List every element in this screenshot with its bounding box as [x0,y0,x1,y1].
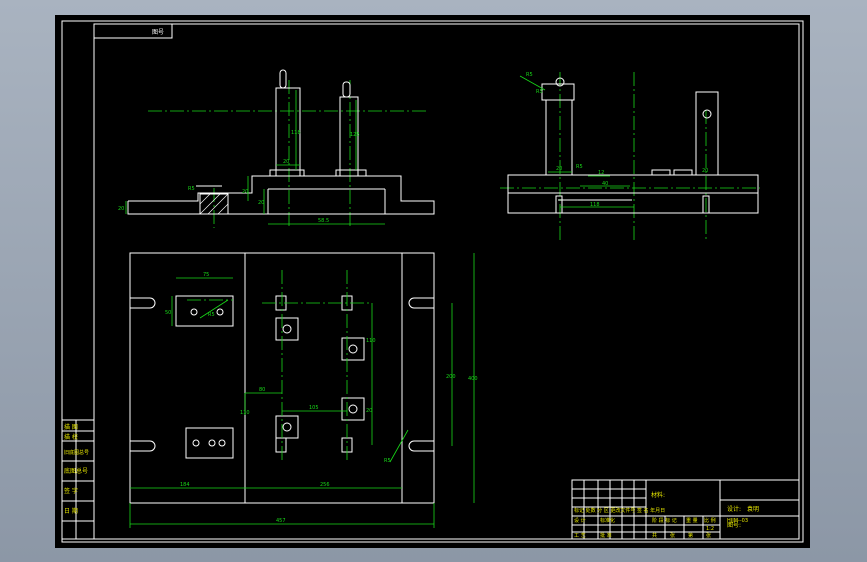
dim-label: 50 [165,310,171,316]
title-cell: 重 量 [686,517,698,524]
side-block-label: 描 校 [64,433,78,441]
dim-label: 20 [258,200,264,206]
dim-label: 58.5 [318,218,329,224]
dim-label: 80 [259,387,265,393]
side-block-label: 旧底图总号 [64,449,89,456]
title-cell: 共 [652,532,657,539]
title-cell: 张 [706,532,711,539]
dim-label: R5 [384,458,391,464]
dim-label: R5 [188,186,195,192]
dim-label: 184 [180,482,190,488]
dim-label: R5 [576,164,583,170]
dim-label: 20 [366,408,372,414]
side-block-label: 底图总号 [64,467,88,475]
dim-label: 12 [598,170,604,176]
dim-label: 105 [309,405,319,411]
side-block-label: 描 图 [64,423,78,431]
dim-label: 256 [320,482,330,488]
dim-label: 400 [468,376,478,382]
material-label: 材料: [651,491,665,499]
dim-label: 40 [602,181,608,187]
title-cell: 批 准 [600,532,612,539]
title-cell: 工 艺 [574,533,586,539]
dim-label: 118 [590,202,600,208]
dim-label: R5 [536,89,543,95]
title-cell: 标记 处数 分 区 更改文件号 签 名 年月日 [574,507,665,514]
dim-label: 20 [242,189,248,195]
dim-label: 110 [240,410,250,416]
dim-label: 20 [702,168,708,174]
dim-label: 20 [283,159,289,165]
title-cell: 标准化 [600,517,615,524]
dim-label: 110 [366,338,376,344]
side-block-label: 日 期 [64,507,78,515]
dim-label: 20 [556,166,562,172]
designer-name: 袁明 [747,505,759,513]
title-cell: 第 [688,532,693,539]
dim-label: 118 [291,130,301,136]
side-block-label: 签 字 [64,487,78,495]
cad-viewport[interactable]: 图号 20 R5 20 20 20 118 125 58.5 R5 R5 20 … [0,0,867,562]
title-cell: 比 例 [704,517,716,524]
drawing-canvas: 图号 20 R5 20 20 20 118 125 58.5 R5 R5 20 … [55,15,810,548]
drawing-no: HJJM--03 [727,518,748,524]
title-label: 图号 [152,29,164,36]
title-cell: 1:2 [706,526,714,532]
dim-label: 20 [118,206,124,212]
designer-label: 设计: [727,505,741,513]
title-cell: 阶 段 标 记 [652,517,677,524]
drawing-sheet [55,15,810,548]
dim-label: R5 [208,312,215,318]
title-cell: 设 计 [574,517,586,524]
dim-label: 200 [446,374,456,380]
dim-label: R5 [526,72,533,78]
dim-label: 125 [350,132,360,138]
dim-label: 457 [276,518,286,524]
dim-label: 75 [203,272,209,278]
title-cell: 张 [670,532,675,539]
